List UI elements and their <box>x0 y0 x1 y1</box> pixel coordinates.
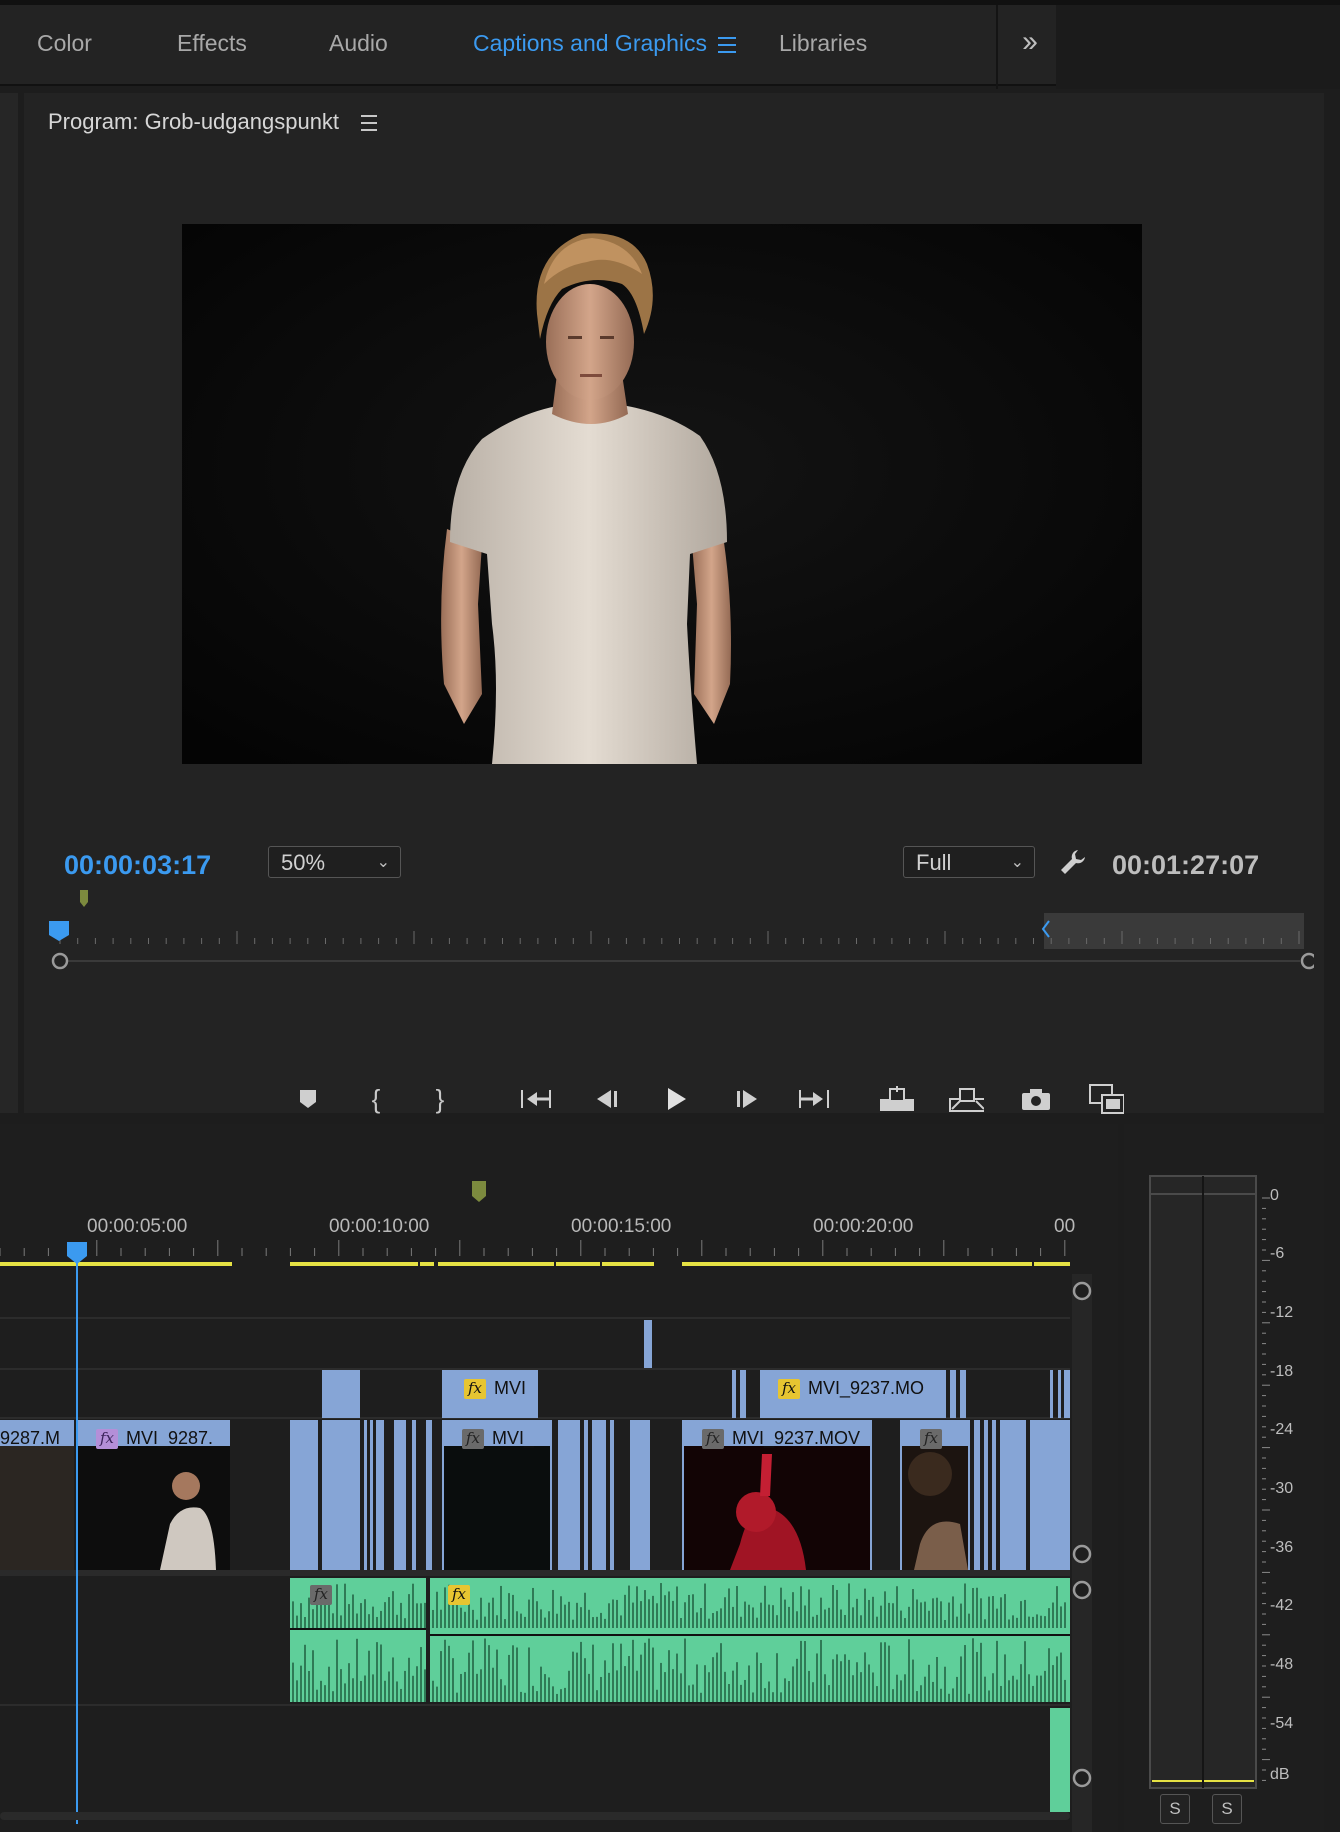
play-icon[interactable] <box>658 1081 694 1117</box>
fx-badge-icon: fx <box>920 1429 942 1450</box>
clip-v2-label[interactable]: fx MVI_9237.MO <box>778 1378 924 1400</box>
clip-v1-label[interactable]: 9287.M <box>0 1428 60 1449</box>
zoom-value: 50% <box>281 850 326 875</box>
timeline-marker-icon <box>472 1181 486 1202</box>
go-to-out-icon[interactable] <box>796 1081 832 1117</box>
clip-v1-label[interactable]: fx MVI_9237.MOV <box>702 1428 860 1450</box>
ruler-label: 00:00:15:00 <box>571 1216 672 1237</box>
panel-menu-icon[interactable] <box>361 115 377 136</box>
tab-audio[interactable]: Audio <box>329 30 388 57</box>
db-scale-label: -36 <box>1270 1539 1294 1556</box>
video-preview[interactable] <box>182 224 1142 764</box>
tab-libraries[interactable]: Libraries <box>779 30 867 57</box>
tab-color[interactable]: Color <box>37 30 92 57</box>
db-scale-label: -30 <box>1270 1480 1294 1497</box>
resolution-value: Full <box>916 850 952 875</box>
tab-divider <box>996 5 998 89</box>
resolution-dropdown[interactable]: Full ⌄ <box>903 846 1035 878</box>
fx-badge-icon: fx <box>462 1429 484 1450</box>
zoom-dropdown[interactable]: 50% ⌄ <box>268 846 401 878</box>
mark-out-icon[interactable]: } <box>422 1081 458 1117</box>
marker-icon <box>80 890 88 907</box>
db-scale-label: 0 <box>1270 1187 1279 1204</box>
audio-meter-panel <box>1124 1124 1324 1832</box>
step-forward-icon[interactable] <box>730 1081 766 1117</box>
db-scale-label: -6 <box>1270 1245 1285 1262</box>
chevron-down-icon: ⌄ <box>1010 854 1024 871</box>
fx-badge-icon: fx <box>96 1429 118 1450</box>
fx-badge-icon: fx <box>310 1585 332 1606</box>
wrench-icon[interactable] <box>1058 847 1088 882</box>
tab-effects[interactable]: Effects <box>177 30 247 57</box>
db-scale-label: -48 <box>1270 1656 1294 1673</box>
db-scale-label: -24 <box>1270 1421 1294 1438</box>
program-monitor-panel: Program: Grob-udgangspunkt 00:00:03:17 5… <box>24 93 1324 1173</box>
playhead-icon <box>49 921 69 941</box>
db-scale-label: -12 <box>1270 1304 1294 1321</box>
duration-timecode: 00:01:27:07 <box>1112 850 1260 880</box>
ruler-label: 00:00:05:00 <box>87 1216 188 1237</box>
timeline-panel: 00:00:05:00 00:00:10:00 00:00:15:00 00:0… <box>0 1124 1118 1832</box>
ruler-label: 00:00:10:00 <box>329 1216 430 1237</box>
double-chevron-right-icon[interactable]: ›› <box>1022 25 1038 59</box>
left-panel-edge <box>0 93 18 1113</box>
workspace-bar: Color Effects Audio Captions and Graphic… <box>0 0 1340 89</box>
step-back-icon[interactable] <box>588 1081 624 1117</box>
ruler-label: 00:00:20:00 <box>813 1216 914 1237</box>
current-timecode[interactable]: 00:00:03:17 <box>64 850 211 881</box>
ruler-label: 00 <box>1054 1216 1076 1237</box>
extract-icon[interactable] <box>948 1081 984 1117</box>
solo-left-button[interactable]: S <box>1160 1794 1190 1824</box>
timeline-playhead-icon <box>67 1242 87 1264</box>
db-scale-label: dB <box>1270 1766 1290 1783</box>
db-scale-label: -18 <box>1270 1363 1294 1380</box>
add-marker-icon[interactable] <box>290 1081 326 1117</box>
db-scale-label: -54 <box>1270 1715 1294 1732</box>
workspace-bar-empty <box>1056 5 1340 89</box>
chevron-down-icon: ⌄ <box>376 854 390 871</box>
clip-v1-label[interactable]: fx MVI_9287. <box>96 1428 213 1450</box>
video-frame-image <box>182 224 1142 764</box>
fx-badge-icon: fx <box>448 1585 470 1606</box>
solo-right-button[interactable]: S <box>1212 1794 1242 1824</box>
clip-v1-fx[interactable]: fx <box>920 1428 950 1450</box>
go-to-in-icon[interactable] <box>518 1081 554 1117</box>
lift-icon[interactable] <box>878 1081 914 1117</box>
clip-v1-label[interactable]: fx MVI_ <box>462 1428 534 1450</box>
db-scale-label: -42 <box>1270 1597 1294 1614</box>
comparison-view-icon[interactable] <box>1088 1081 1124 1117</box>
fx-badge-icon: fx <box>464 1379 486 1400</box>
tab-captions-and-graphics[interactable]: Captions and Graphics <box>473 30 707 57</box>
panel-title: Program: Grob-udgangspunkt <box>48 109 340 134</box>
fx-badge-icon: fx <box>702 1429 724 1450</box>
workspace-menu-icon[interactable] <box>718 37 736 58</box>
clip-a1-fx[interactable]: fx <box>310 1584 340 1606</box>
monitor-time-ruler[interactable] <box>44 888 1314 998</box>
clip-v2-label[interactable]: fx MVI <box>464 1378 526 1400</box>
mark-in-icon[interactable]: { <box>358 1081 394 1117</box>
clip-a1-fx[interactable]: fx <box>448 1584 478 1606</box>
export-frame-icon[interactable] <box>1018 1081 1054 1117</box>
fx-badge-icon: fx <box>778 1379 800 1400</box>
